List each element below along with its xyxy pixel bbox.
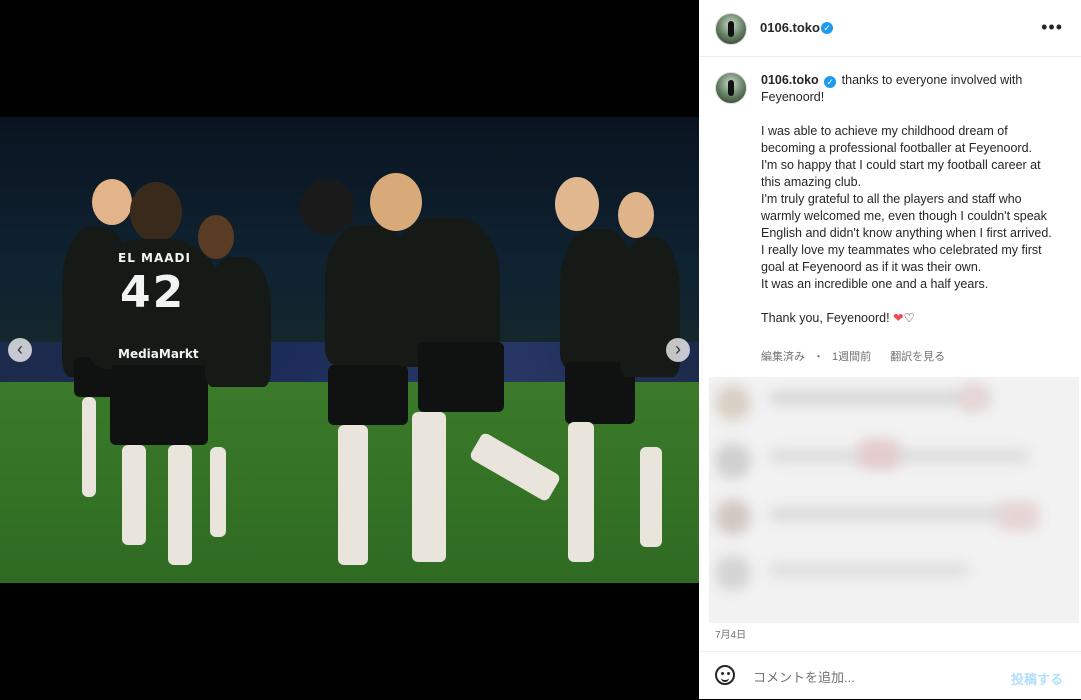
player-shorts bbox=[110, 365, 208, 445]
caption-closing: Thank you, Feyenoord! bbox=[761, 311, 890, 325]
post-photo[interactable]: 42 EL MAADI MediaMarkt bbox=[0, 117, 699, 583]
comment-input[interactable] bbox=[751, 666, 985, 688]
player-leg bbox=[82, 397, 96, 497]
verified-badge-icon: ✓ bbox=[821, 22, 833, 34]
white-heart-icon: ♡ bbox=[903, 311, 915, 325]
player-head bbox=[130, 182, 182, 242]
sponsor-text: MediaMarkt bbox=[118, 347, 199, 361]
more-options-icon[interactable]: ••• bbox=[1041, 17, 1063, 38]
next-image-button[interactable]: › bbox=[666, 338, 690, 362]
caption-meta: 編集済み・ 1週間前 翻訳を見る bbox=[761, 348, 953, 364]
caption-paragraph: I'm truly grateful to all the players an… bbox=[761, 192, 1052, 240]
player-mid-back bbox=[205, 257, 271, 387]
jersey-number: 42 bbox=[120, 267, 186, 318]
caption-gap bbox=[761, 293, 1061, 310]
blurred-comments bbox=[709, 377, 1079, 623]
post-sidebar: 0106.toko ✓ ••• 0106.toko ✓ thanks to ev… bbox=[699, 0, 1081, 699]
emoji-icon[interactable] bbox=[715, 665, 735, 685]
player-shorts bbox=[418, 342, 504, 412]
player-head bbox=[300, 179, 354, 235]
header-username[interactable]: 0106.toko bbox=[760, 20, 820, 35]
translate-link[interactable]: 翻訳を見る bbox=[890, 351, 945, 363]
player-head bbox=[92, 179, 132, 225]
player-head bbox=[618, 192, 654, 238]
caption-paragraph: I'm so happy that I could start my footb… bbox=[761, 158, 1041, 189]
player-leg bbox=[640, 447, 662, 547]
player-shorts bbox=[328, 365, 408, 425]
player-leg bbox=[338, 425, 368, 565]
caption-closing-line: Thank you, Feyenoord! ❤♡ bbox=[761, 310, 1061, 327]
caption-first-line: 0106.toko ✓ thanks to everyone involved … bbox=[761, 72, 1061, 106]
caption-paragraph: I really love my teammates who celebrate… bbox=[761, 243, 1042, 274]
caption-avatar[interactable] bbox=[715, 72, 747, 104]
caption-gap bbox=[761, 106, 1061, 123]
edited-label: 編集済み・ 1週間前 bbox=[761, 351, 872, 363]
jersey-name: EL MAADI bbox=[118, 251, 191, 265]
post-caption: 0106.toko ✓ thanks to everyone involved … bbox=[761, 72, 1061, 327]
comment-bar: 投稿する bbox=[699, 651, 1081, 700]
player-head bbox=[198, 215, 234, 259]
chevron-left-icon: ‹ bbox=[17, 339, 23, 359]
post-header: 0106.toko ✓ ••• bbox=[699, 0, 1081, 57]
red-heart-icon: ❤ bbox=[893, 311, 904, 325]
verified-badge-icon: ✓ bbox=[824, 76, 837, 88]
player-leg bbox=[412, 412, 446, 562]
caption-username[interactable]: 0106.toko bbox=[761, 73, 819, 87]
chevron-right-icon: › bbox=[675, 339, 681, 359]
post-date[interactable]: 7月4日 bbox=[715, 626, 746, 641]
player-head bbox=[555, 177, 599, 231]
previous-image-button[interactable]: ‹ bbox=[8, 338, 32, 362]
caption-paragraph: I was able to achieve my childhood dream… bbox=[761, 124, 1032, 155]
player-leg bbox=[168, 445, 192, 565]
player-leg bbox=[122, 445, 146, 545]
caption-paragraph: It was an incredible one and a half year… bbox=[761, 277, 989, 291]
player-leg bbox=[568, 422, 594, 562]
player-leg bbox=[210, 447, 226, 537]
avatar[interactable] bbox=[715, 13, 747, 45]
instagram-post-view: 42 EL MAADI MediaMarkt ‹ › 0106.toko ✓ •… bbox=[0, 0, 1081, 699]
post-media: 42 EL MAADI MediaMarkt ‹ › bbox=[0, 0, 699, 699]
post-comment-button[interactable]: 投稿する bbox=[1011, 669, 1063, 688]
